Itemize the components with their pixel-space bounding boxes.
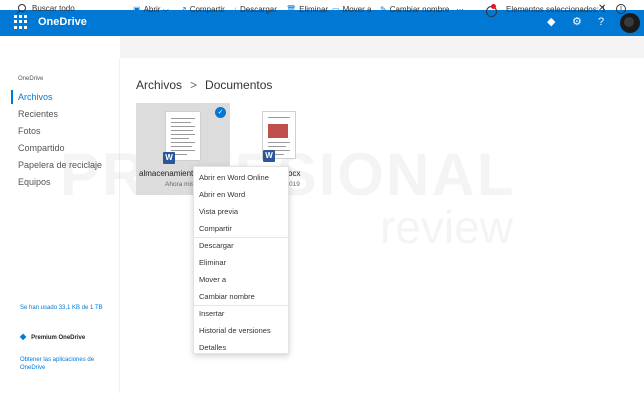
search-icon: [18, 4, 26, 12]
share-label: Compartir: [189, 5, 225, 14]
share-icon: ↗: [180, 5, 187, 14]
menu-item-details[interactable]: Detalles: [199, 343, 226, 352]
rename-button[interactable]: ✎ Cambiar nombre: [380, 5, 449, 14]
breadcrumb-current: Documentos: [205, 78, 273, 92]
chevron-down-icon: ⌵: [162, 5, 169, 14]
menu-divider: [194, 237, 290, 238]
menu-divider: [194, 305, 290, 306]
breadcrumb-separator: >: [190, 78, 198, 92]
share-button[interactable]: ↗ Compartir: [180, 5, 225, 14]
premium-label: Premium OneDrive: [31, 335, 86, 341]
move-button[interactable]: ▭ Mover a: [332, 5, 371, 14]
trash-icon: 🗑: [286, 5, 297, 14]
sidebar-item-recientes[interactable]: Recientes: [18, 109, 58, 119]
menu-item-download[interactable]: Descargar: [199, 241, 234, 250]
menu-item-delete[interactable]: Eliminar: [199, 258, 226, 267]
command-bar: [120, 36, 644, 58]
diamond-icon: ◆: [20, 332, 27, 341]
sidebar: OneDrive Archivos Recientes Fotos Compar…: [0, 58, 120, 393]
selected-check-icon[interactable]: ✓: [215, 107, 226, 118]
search-area: [0, 36, 120, 58]
close-icon[interactable]: ✕: [598, 3, 606, 14]
watermark-subtext: review: [380, 200, 513, 254]
word-icon: W: [263, 150, 275, 162]
gear-icon[interactable]: ⚙: [572, 15, 582, 29]
move-label: Mover a: [342, 5, 372, 14]
sidebar-item-equipos[interactable]: Equipos: [18, 177, 51, 187]
download-icon: ↓: [233, 5, 237, 14]
pencil-icon: ✎: [380, 5, 387, 14]
menu-item-version-history[interactable]: Historial de versiones: [199, 326, 271, 335]
waffle-icon[interactable]: [14, 15, 28, 29]
selection-count: Elementos seleccionados: 1: [506, 5, 606, 14]
storage-usage-link[interactable]: Se han usado 33,1 KB de 1 TB: [20, 305, 103, 311]
diamond-icon[interactable]: ◆: [547, 15, 555, 29]
sidebar-item-archivos[interactable]: Archivos: [18, 92, 53, 102]
file-modified: Ahora mis: [165, 181, 195, 188]
active-indicator: [11, 90, 13, 104]
word-icon: W: [163, 152, 175, 164]
context-menu: Abrir en Word Online Abrir en Word Vista…: [193, 166, 290, 354]
menu-item-move[interactable]: Mover a: [199, 275, 226, 284]
menu-item-open-word-online[interactable]: Abrir en Word Online: [199, 173, 269, 182]
search-box[interactable]: Buscar todo: [18, 4, 75, 13]
menu-item-preview[interactable]: Vista previa: [199, 207, 238, 216]
rename-label: Cambiar nombre: [389, 5, 450, 14]
notification-icon[interactable]: [486, 4, 497, 17]
menu-item-open-word[interactable]: Abrir en Word: [199, 190, 245, 199]
info-icon[interactable]: i: [616, 4, 626, 14]
more-button[interactable]: ···: [456, 5, 464, 14]
menu-item-share[interactable]: Compartir: [199, 224, 232, 233]
get-apps-link[interactable]: Obtener las aplicaciones de OneDrive: [20, 356, 110, 372]
breadcrumb: Archivos > Documentos: [136, 78, 272, 92]
move-icon: ▭: [332, 5, 340, 14]
open-label: Abrir: [143, 5, 161, 14]
delete-label: Eliminar: [299, 5, 329, 14]
file-modified: 019: [289, 181, 300, 188]
search-label: Buscar todo: [32, 4, 75, 13]
sidebar-header: OneDrive: [18, 76, 44, 82]
premium-link[interactable]: ◆ Premium OneDrive: [20, 332, 85, 341]
avatar[interactable]: [620, 13, 640, 33]
open-icon: ▣: [133, 5, 141, 14]
file-name[interactable]: almacenamiento: [139, 169, 198, 178]
file-name[interactable]: ocx: [288, 169, 300, 178]
app-title[interactable]: OneDrive: [38, 16, 87, 28]
sidebar-item-fotos[interactable]: Fotos: [18, 126, 41, 136]
delete-button[interactable]: 🗑 Eliminar: [286, 5, 328, 14]
download-button[interactable]: ↓ Descargar: [233, 5, 277, 14]
help-icon[interactable]: ?: [598, 15, 604, 29]
download-label: Descargar: [240, 5, 277, 14]
menu-item-rename[interactable]: Cambiar nombre: [199, 292, 255, 301]
breadcrumb-root[interactable]: Archivos: [136, 78, 182, 92]
menu-item-embed[interactable]: Insertar: [199, 309, 224, 318]
sidebar-item-compartido[interactable]: Compartido: [18, 143, 65, 153]
open-button[interactable]: ▣ Abrir ⌵: [133, 5, 169, 15]
